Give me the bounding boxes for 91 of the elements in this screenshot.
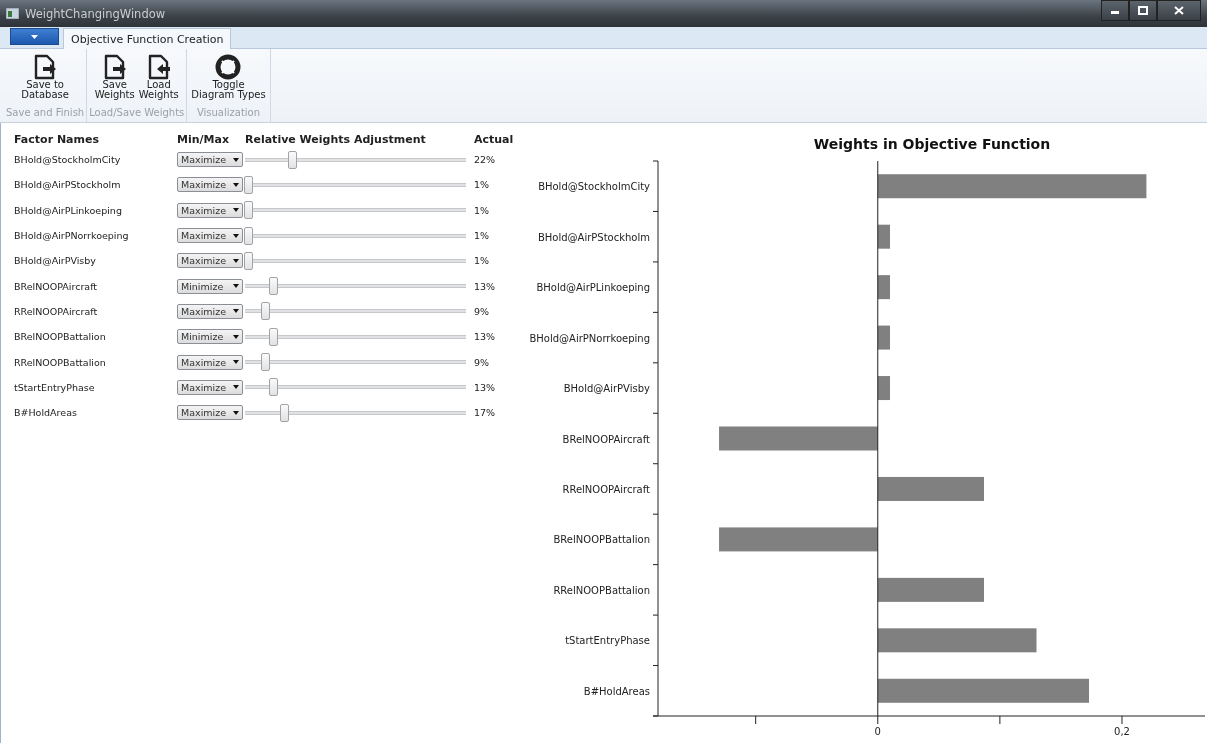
category-label: BRelNOOPBattalion [553,534,650,546]
category-label: BHold@AirPStockholm [537,231,650,243]
mode-dropdown[interactable]: Maximize [177,177,243,193]
slider-thumb[interactable] [269,327,279,346]
ribbon-tab[interactable]: Objective Function Creation [63,28,232,49]
actual-value: 9% [474,305,491,317]
factor-name: BHold@AirPLinkoeping [14,204,123,216]
application-menu-button[interactable] [10,28,59,45]
caret-icon [233,182,239,187]
caret-icon [233,360,239,364]
actual-value: 13% [474,280,497,292]
minimize-button[interactable] [1101,0,1129,21]
factor-name: tStartEntryPhase [14,381,96,393]
window-title: WeightChangingWindow [25,6,167,21]
actual-value: 13% [474,381,497,393]
actual-value: 1% [474,204,491,216]
category-label: BHold@AirPVisby [563,383,650,395]
caret-icon [233,157,239,162]
slider-thumb[interactable] [244,201,253,220]
column-header: Min/Max [177,132,231,146]
factor-name: RRelNOOPAircraft [14,305,99,317]
actual-value: 1% [474,179,491,191]
factor-name: BHold@AirPNorrkoeping [14,230,130,242]
actual-value: 22% [474,154,497,166]
category-label: BHold@AirPNorrkoeping [529,332,650,344]
slider-thumb[interactable] [244,226,253,245]
category-label: B#HoldAreas [583,685,650,697]
caret-icon [233,233,239,238]
maximize-button[interactable] [1129,0,1157,21]
mode-dropdown[interactable]: Maximize [177,354,243,370]
factor-name: BHold@AirPVisby [14,255,97,267]
mode-dropdown[interactable]: Maximize [177,303,243,319]
column-header: Actual [474,132,515,146]
chart-title: Weights in Objective Function [813,136,1051,152]
caret-icon [233,208,239,213]
actual-value: 9% [474,356,491,368]
close-icon [1174,6,1184,15]
lifebuoy-icon [215,54,242,80]
ribbon-button[interactable]: Save Weights [92,52,137,107]
slider-thumb[interactable] [260,302,270,321]
slider-thumb[interactable] [244,175,253,194]
slider-thumb[interactable] [269,277,279,296]
mode-dropdown[interactable]: Maximize [177,152,243,168]
factor-name: BHold@AirPStockholm [14,179,122,191]
actual-value: 1% [474,255,491,267]
maximize-icon [1138,6,1148,15]
actual-value: 13% [474,331,497,343]
slider-thumb[interactable] [244,251,253,270]
mode-dropdown[interactable]: Minimize [177,329,243,345]
app-icon [6,8,19,19]
category-label: BRelNOOPAircraft [562,433,650,445]
caret-icon [233,309,239,314]
factor-name: BRelNOOPBattalion [14,331,107,343]
category-label: RRelNOOPAircraft [562,483,650,495]
ribbon-button[interactable]: Load Weights [136,52,181,107]
slider-thumb[interactable] [260,353,270,371]
slider-thumb[interactable] [288,150,298,169]
column-header: Factor Names [14,132,100,146]
category-label: tStartEntryPhase [565,635,650,647]
mode-dropdown[interactable]: Minimize [177,278,243,294]
category-label: BHold@AirPLinkoeping [536,282,650,294]
caret-icon [233,385,239,390]
ribbon-button[interactable]: Save to Database [19,52,71,107]
caret-icon [31,34,38,39]
group-label: Visualization [196,107,261,120]
group-label: Load/Save Weights [89,107,185,120]
category-label: RRelNOOPBattalion [553,584,650,596]
caret-icon [233,334,239,339]
category-label: BHold@StockholmCity [538,181,650,193]
factor-name: BRelNOOPAircraft [14,280,99,292]
caret-icon [233,410,239,415]
mode-dropdown[interactable]: Maximize [177,253,243,269]
column-header: Relative Weights Adjustment [245,132,427,146]
axis-tick-label: 0 [874,726,881,737]
axis-tick-label: 0,2 [1114,726,1130,737]
factor-name: RRelNOOPBattalion [14,356,107,368]
slider-thumb[interactable] [269,378,279,397]
actual-value: 17% [474,407,497,419]
factor-name: BHold@StockholmCity [14,154,122,166]
mode-dropdown[interactable]: Maximize [177,202,243,218]
slider-thumb[interactable] [279,403,289,422]
mode-dropdown[interactable]: Maximize [177,228,243,244]
caret-icon [233,284,239,289]
caret-icon [233,258,239,263]
factor-name: B#HoldAreas [14,407,78,419]
ribbon-button[interactable]: Toggle Diagram Types [189,52,268,107]
actual-value: 1% [474,230,491,242]
mode-dropdown[interactable]: Maximize [177,379,243,395]
group-label: Save and Finish [6,107,85,120]
mode-dropdown[interactable]: Maximize [177,405,243,421]
close-button[interactable] [1157,0,1201,21]
